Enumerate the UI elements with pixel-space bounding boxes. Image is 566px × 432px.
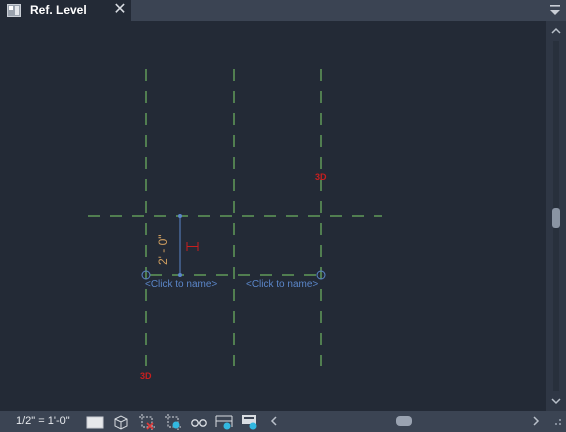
close-icon[interactable]: ✕ [112,1,128,19]
dimension-equality-icon[interactable] [186,242,199,251]
tab-title: Ref. Level [30,3,87,17]
temporary-hide-icon[interactable] [190,413,208,431]
view-control-bar: 1/2" = 1'-0" [0,411,566,432]
dimension-endpoint-top[interactable] [178,214,182,218]
tab-list-dropdown-icon[interactable] [546,2,564,19]
crop-toggle-icon[interactable] [164,413,182,431]
scroll-left-icon[interactable] [268,415,280,427]
plan-drawing[interactable] [0,21,546,411]
reveal-hidden-icon[interactable] [215,413,233,431]
3d-extent-tag[interactable]: 3D [315,172,327,182]
vertical-scrollbar[interactable] [546,21,566,411]
dimension-endpoint-bottom[interactable] [178,273,182,277]
3d-extent-tag[interactable]: 3D [140,371,152,381]
view-tab[interactable]: Ref. Level ✕ [0,0,131,21]
crop-region-icon[interactable] [138,413,156,431]
visual-style-icon[interactable] [112,413,130,431]
view-scale[interactable]: 1/2" = 1'-0" [16,414,70,429]
dimension-value[interactable]: 2' - 0" [156,234,170,265]
scroll-thumb[interactable] [552,208,560,228]
detail-level-icon[interactable] [86,413,104,431]
horizontal-scroll-thumb[interactable] [396,416,412,426]
drawing-canvas[interactable]: 2' - 0" <Click to name> <Click to name> … [0,21,546,411]
view-plan-icon [7,4,21,17]
tab-bar: Ref. Level ✕ [0,0,566,21]
analytical-model-icon[interactable] [241,413,259,431]
resize-grip-icon[interactable] [551,417,563,429]
scroll-up-icon[interactable] [550,25,562,37]
scroll-right-icon[interactable] [530,415,542,427]
grid-name-label[interactable]: <Click to name> [145,279,217,291]
scroll-down-icon[interactable] [550,395,562,407]
grid-name-label[interactable]: <Click to name> [246,279,318,291]
